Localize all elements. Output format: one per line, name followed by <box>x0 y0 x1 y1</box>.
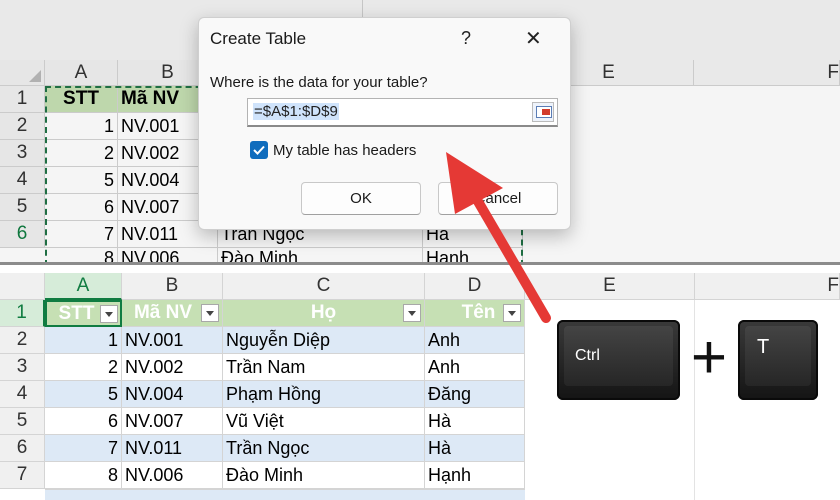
red-arrow-icon <box>446 152 551 323</box>
